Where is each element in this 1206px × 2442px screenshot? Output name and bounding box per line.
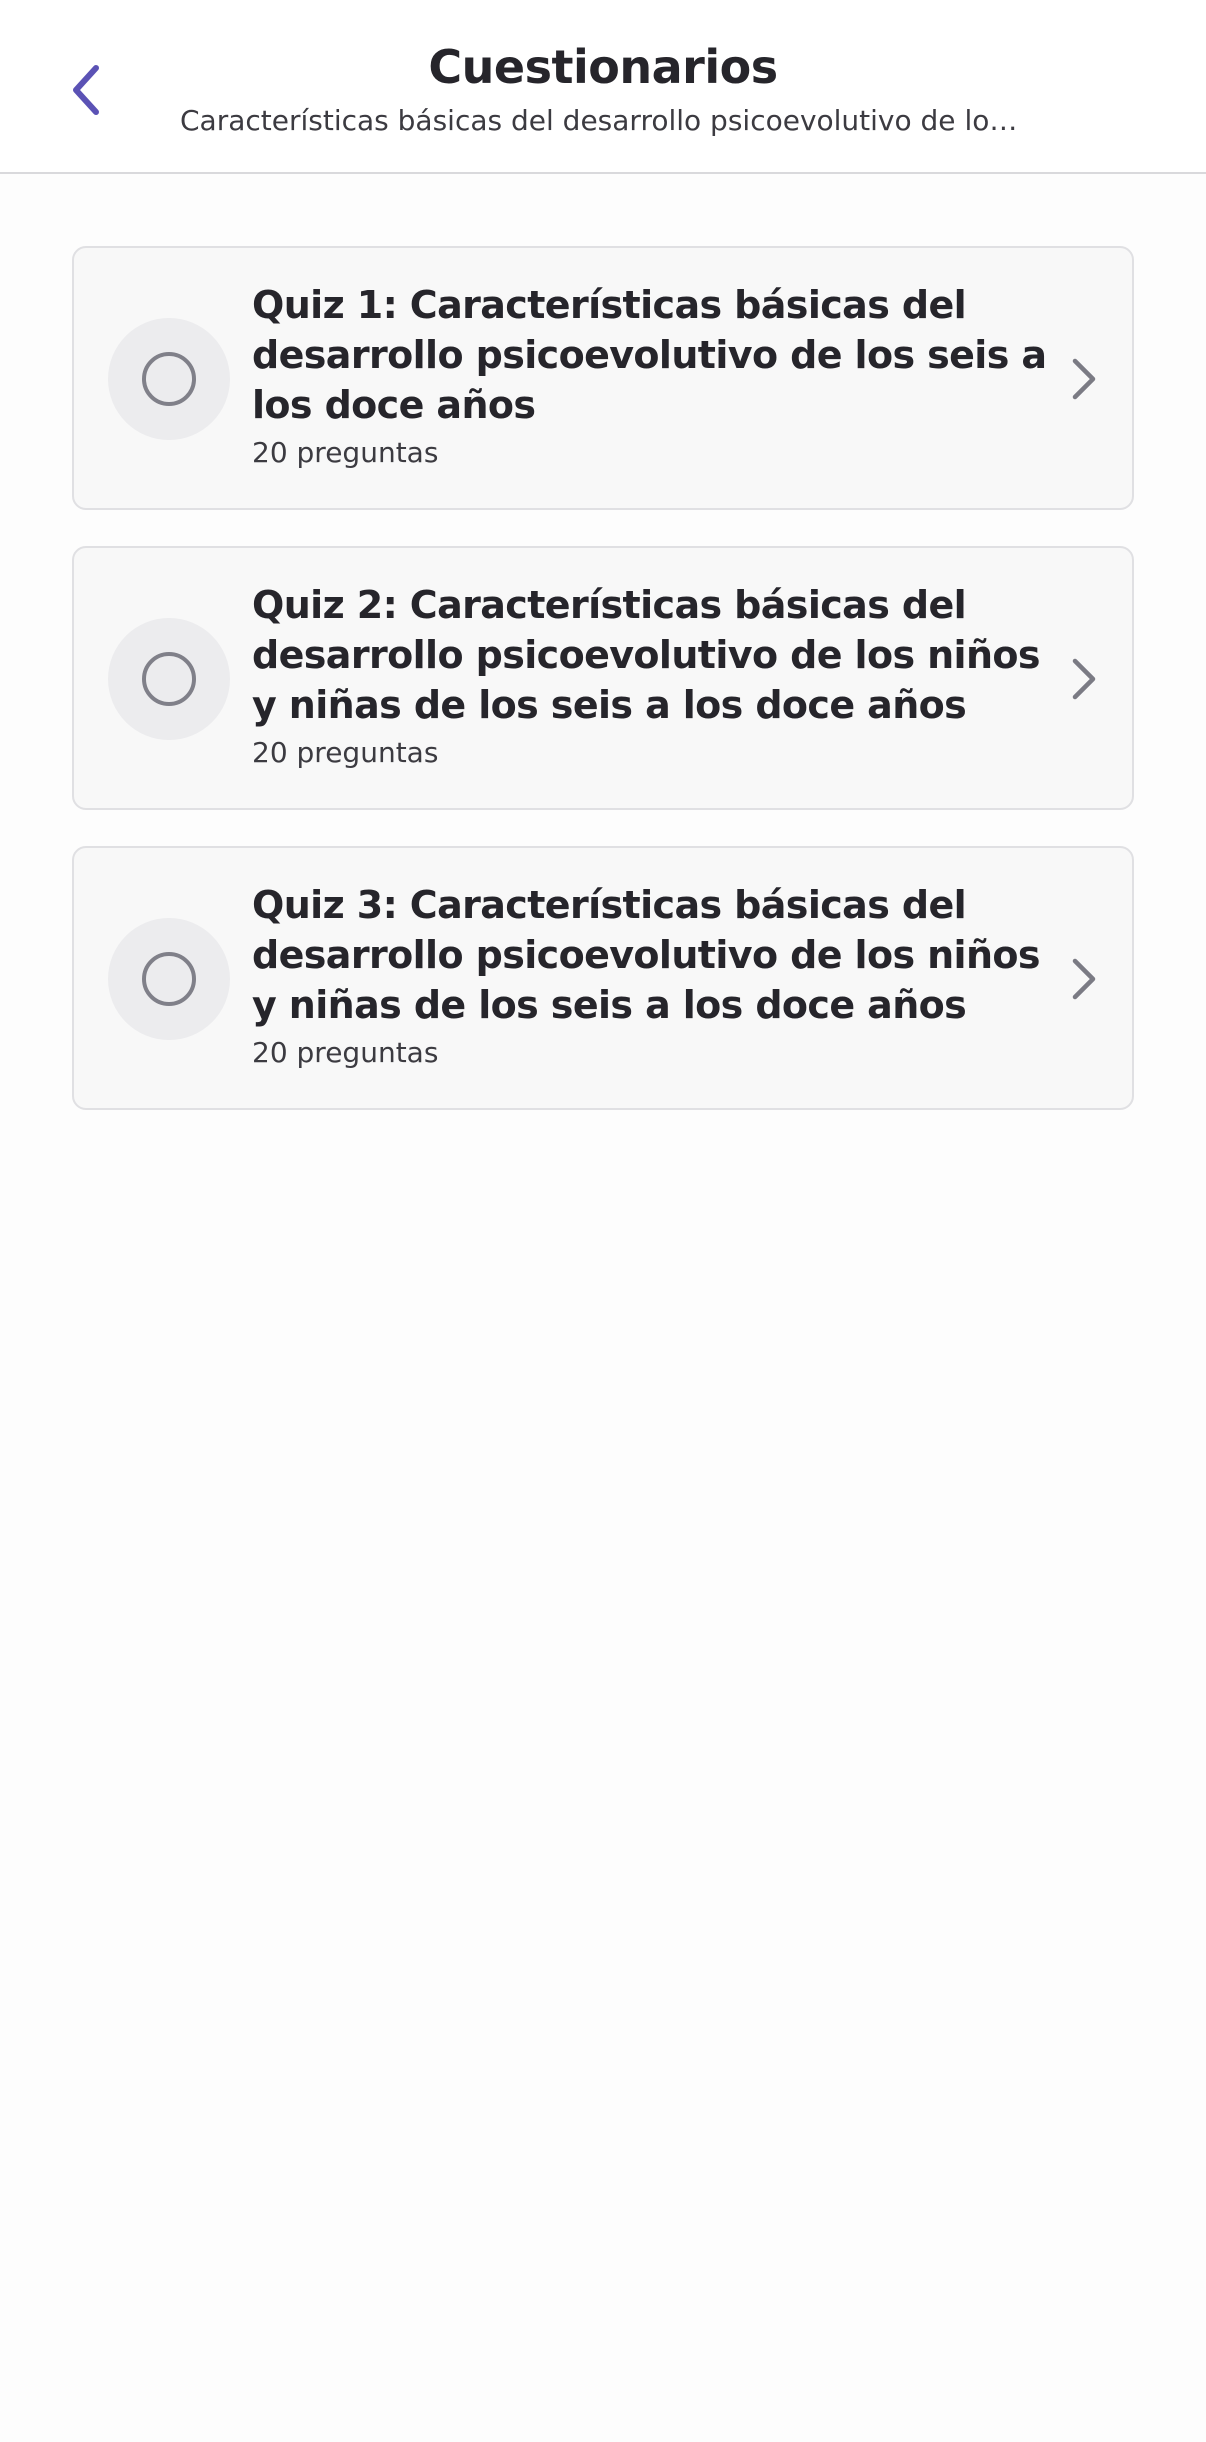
chevron-right-icon <box>1064 952 1104 1006</box>
page-title: Cuestionarios <box>428 40 778 94</box>
chevron-right-icon <box>1064 652 1104 706</box>
quiz-list: Quiz 1: Características básicas del desa… <box>72 246 1134 1146</box>
status-badge <box>108 618 230 740</box>
quiz-info: Quiz 2: Características básicas del desa… <box>252 580 1072 769</box>
quiz-question-count: 20 preguntas <box>252 736 439 769</box>
quiz-title: Quiz 3: Características básicas del desa… <box>252 883 1041 1027</box>
empty-circle-icon <box>142 352 196 406</box>
back-button[interactable] <box>44 44 128 136</box>
quiz-title: Quiz 1: Características básicas del desa… <box>252 283 1047 427</box>
quiz-question-count: 20 preguntas <box>252 1036 439 1069</box>
chevron-left-icon <box>73 65 99 115</box>
top-bar: Cuestionarios Características básicas de… <box>0 0 1206 174</box>
quiz-title: Quiz 2: Características básicas del desa… <box>252 583 1041 727</box>
empty-circle-icon <box>142 952 196 1006</box>
chevron-right-icon <box>1064 352 1104 406</box>
quiz-info: Quiz 1: Características básicas del desa… <box>252 280 1072 469</box>
quiz-card[interactable]: Quiz 1: Características básicas del desa… <box>72 246 1134 510</box>
status-badge <box>108 318 230 440</box>
quiz-card[interactable]: Quiz 3: Características básicas del desa… <box>72 846 1134 1110</box>
quiz-question-count: 20 preguntas <box>252 436 439 469</box>
page-subtitle: Características básicas del desarrollo p… <box>180 104 1026 137</box>
quiz-card[interactable]: Quiz 2: Características básicas del desa… <box>72 546 1134 810</box>
quiz-info: Quiz 3: Características básicas del desa… <box>252 880 1072 1069</box>
empty-circle-icon <box>142 652 196 706</box>
status-badge <box>108 918 230 1040</box>
